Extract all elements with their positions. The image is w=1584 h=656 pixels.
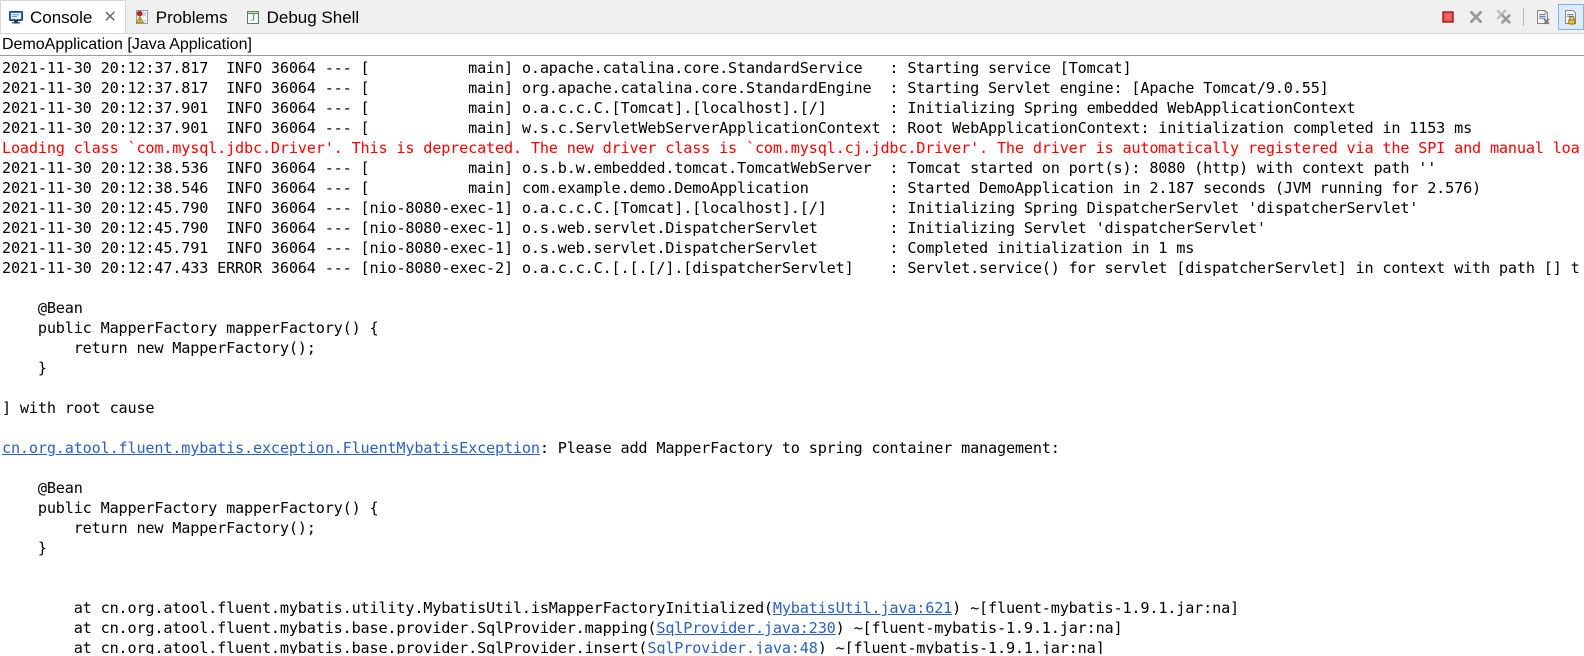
problems-icon [134,9,150,25]
console-line: Loading class `com.mysql.jdbc.Driver'. T… [2,139,1580,157]
tab-debug-shell-label: Debug Shell [266,7,360,27]
scroll-lock-button[interactable] [1558,4,1584,30]
console-line: @Bean [2,479,83,497]
console-line: 2021-11-30 20:12:47.433 ERROR 36064 --- … [2,259,1580,277]
console-line: public MapperFactory mapperFactory() { [2,499,379,517]
remove-launch-button[interactable] [1463,4,1489,30]
console-line: @Bean [2,299,83,317]
stack-trace-source-link[interactable]: SqlProvider.java:230 [656,619,835,637]
toolbar-separator [1523,8,1524,26]
tab-problems[interactable]: Problems [126,0,237,33]
close-icon[interactable]: ✕ [103,9,116,25]
debug-shell-icon: J [245,9,261,25]
scroll-lock-icon [1565,10,1576,25]
tab-console[interactable]: Console ✕ [0,0,126,33]
tab-console-label: Console [30,7,93,27]
clear-console-icon [1537,9,1550,25]
stack-trace-source-link[interactable]: MybatisUtil.java:621 [773,599,952,617]
exception-class-link[interactable]: cn.org.atool.fluent.mybatis.exception.Fl… [2,439,540,457]
console-line: return new MapperFactory(); [2,519,316,537]
console-line: } [2,359,47,377]
clear-console-button[interactable] [1530,4,1556,30]
console-line: 2021-11-30 20:12:37.817 INFO 36064 --- [… [2,59,1132,77]
console-line: ] with root cause [2,399,155,417]
stop-square-icon [1442,11,1454,23]
console-toolbar [1435,0,1584,34]
console-line: cn.org.atool.fluent.mybatis.exception.Fl… [2,439,1060,457]
console-line: public MapperFactory mapperFactory() { [2,319,379,337]
console-line: at cn.org.atool.fluent.mybatis.base.prov… [2,619,1123,637]
console-output-area[interactable]: 2021-11-30 20:12:37.817 INFO 36064 --- [… [0,56,1584,654]
svg-text:J: J [251,13,255,23]
console-line: 2021-11-30 20:12:45.790 INFO 36064 --- [… [2,199,1419,217]
remove-x-icon [1470,11,1482,23]
tab-debug-shell[interactable]: J Debug Shell [237,0,369,33]
console-line: 2021-11-30 20:12:37.901 INFO 36064 --- [… [2,119,1473,137]
console-line: at cn.org.atool.fluent.mybatis.base.prov… [2,638,1584,654]
console-line: return new MapperFactory(); [2,339,316,357]
console-line: 2021-11-30 20:12:45.791 INFO 36064 --- [… [2,239,1195,257]
launch-configuration-title: DemoApplication [Java Application] [0,34,1584,56]
console-monitor-icon [8,9,24,25]
terminate-button[interactable] [1435,4,1461,30]
console-line: 2021-11-30 20:12:37.901 INFO 36064 --- [… [2,99,1356,117]
console-line: } [2,539,47,557]
console-line: 2021-11-30 20:12:45.790 INFO 36064 --- [… [2,219,1266,237]
console-line: at cn.org.atool.fluent.mybatis.utility.M… [2,599,1239,617]
console-view-tab-bar: Console ✕ Problems J Debug Shell [0,0,1584,34]
console-line: 2021-11-30 20:12:37.817 INFO 36064 --- [… [2,79,1329,97]
stack-trace-source-link[interactable]: SqlProvider.java:48 [647,639,817,654]
tab-problems-label: Problems [155,7,228,27]
remove-all-x-icon [1496,9,1511,24]
remove-all-launches-button[interactable] [1491,4,1517,30]
console-line: 2021-11-30 20:12:38.546 INFO 36064 --- [… [2,179,1482,197]
console-line: 2021-11-30 20:12:38.536 INFO 36064 --- [… [2,159,1437,177]
